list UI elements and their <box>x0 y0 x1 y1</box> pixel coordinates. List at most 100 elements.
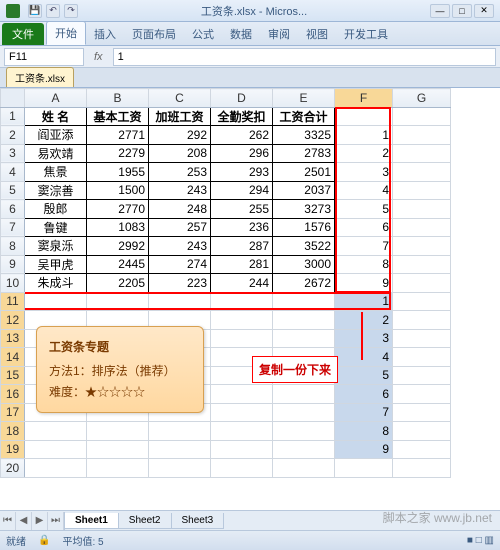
row-header[interactable]: 10 <box>1 274 25 293</box>
cell[interactable] <box>25 422 87 441</box>
close-button[interactable]: ✕ <box>474 4 494 18</box>
row-header[interactable]: 19 <box>1 440 25 459</box>
row-header[interactable]: 1 <box>1 107 25 126</box>
cell[interactable]: 3273 <box>273 200 335 219</box>
sheet-nav-last-icon[interactable]: ⏭ <box>48 512 64 530</box>
cell[interactable] <box>273 422 335 441</box>
column-header[interactable]: F <box>335 89 393 108</box>
cell[interactable]: 9 <box>335 274 393 293</box>
file-tab[interactable]: 文件 <box>2 23 44 45</box>
cell[interactable]: 2783 <box>273 144 335 163</box>
column-header[interactable]: C <box>149 89 211 108</box>
cell[interactable] <box>87 440 149 459</box>
cell[interactable] <box>393 348 451 367</box>
row-header[interactable]: 18 <box>1 422 25 441</box>
cell[interactable]: 9 <box>335 440 393 459</box>
cell[interactable]: 6 <box>335 385 393 404</box>
cell[interactable] <box>273 440 335 459</box>
cell[interactable] <box>273 385 335 404</box>
sheet-tab[interactable]: Sheet3 <box>171 513 225 529</box>
workbook-tab[interactable]: 工资条.xlsx <box>6 67 74 87</box>
row-header[interactable]: 7 <box>1 218 25 237</box>
cell[interactable] <box>87 422 149 441</box>
cell[interactable]: 8 <box>335 255 393 274</box>
cell[interactable] <box>393 181 451 200</box>
cell[interactable]: 3 <box>335 329 393 348</box>
save-icon[interactable]: 💾 <box>28 4 42 18</box>
cell[interactable]: 3325 <box>273 126 335 145</box>
cell[interactable]: 吴甲虎 <box>25 255 87 274</box>
cell[interactable]: 281 <box>211 255 273 274</box>
cell[interactable]: 1955 <box>87 163 149 182</box>
cell[interactable]: 292 <box>149 126 211 145</box>
maximize-button[interactable]: □ <box>452 4 472 18</box>
cell[interactable]: 253 <box>149 163 211 182</box>
cell[interactable]: 2770 <box>87 200 149 219</box>
cell[interactable] <box>87 292 149 311</box>
cell[interactable]: 4 <box>335 181 393 200</box>
cell[interactable]: 2 <box>335 311 393 330</box>
cell[interactable]: 1 <box>335 126 393 145</box>
cell[interactable] <box>393 255 451 274</box>
view-icons[interactable]: ■ □ ▥ <box>467 535 494 546</box>
cell[interactable]: 4 <box>335 348 393 367</box>
column-header[interactable]: B <box>87 89 149 108</box>
cell[interactable] <box>393 163 451 182</box>
cell[interactable] <box>149 440 211 459</box>
cell[interactable] <box>211 403 273 422</box>
cell[interactable]: 2445 <box>87 255 149 274</box>
row-header[interactable]: 11 <box>1 292 25 311</box>
sheet-nav-next-icon[interactable]: ▶ <box>32 512 48 530</box>
cell[interactable] <box>335 107 393 126</box>
row-header[interactable]: 20 <box>1 459 25 478</box>
cell[interactable]: 3522 <box>273 237 335 256</box>
cell[interactable]: 243 <box>149 237 211 256</box>
cell[interactable]: 1 <box>335 292 393 311</box>
row-header[interactable]: 17 <box>1 403 25 422</box>
cell[interactable] <box>393 403 451 422</box>
cell[interactable]: 294 <box>211 181 273 200</box>
cell[interactable] <box>149 459 211 478</box>
cell[interactable]: 3000 <box>273 255 335 274</box>
cell[interactable] <box>211 459 273 478</box>
cell[interactable] <box>273 459 335 478</box>
row-header[interactable]: 2 <box>1 126 25 145</box>
cell[interactable]: 3 <box>335 163 393 182</box>
cell[interactable] <box>393 292 451 311</box>
row-header[interactable]: 3 <box>1 144 25 163</box>
column-header[interactable]: D <box>211 89 273 108</box>
cell[interactable]: 窦淙善 <box>25 181 87 200</box>
cell[interactable]: 2279 <box>87 144 149 163</box>
cell[interactable] <box>393 274 451 293</box>
ribbon-tab[interactable]: 开发工具 <box>336 23 396 45</box>
cell[interactable]: 223 <box>149 274 211 293</box>
ribbon-tab[interactable]: 公式 <box>184 23 222 45</box>
cell[interactable] <box>393 200 451 219</box>
cell[interactable]: 7 <box>335 237 393 256</box>
ribbon-tab[interactable]: 插入 <box>86 23 124 45</box>
select-all-corner[interactable] <box>1 89 25 108</box>
column-header[interactable]: A <box>25 89 87 108</box>
redo-icon[interactable]: ↷ <box>64 4 78 18</box>
cell[interactable]: 阎亚添 <box>25 126 87 145</box>
cell[interactable] <box>87 459 149 478</box>
cell[interactable] <box>25 292 87 311</box>
ribbon-tab[interactable]: 页面布局 <box>124 23 184 45</box>
name-box[interactable]: F11 <box>4 48 84 66</box>
cell[interactable]: 287 <box>211 237 273 256</box>
cell[interactable] <box>211 385 273 404</box>
cell[interactable]: 2205 <box>87 274 149 293</box>
row-header[interactable]: 16 <box>1 385 25 404</box>
cell[interactable]: 2 <box>335 144 393 163</box>
cell[interactable]: 2992 <box>87 237 149 256</box>
formula-input[interactable]: 1 <box>113 48 496 66</box>
cell[interactable] <box>335 459 393 478</box>
cell[interactable]: 1083 <box>87 218 149 237</box>
sheet-nav-prev-icon[interactable]: ◀ <box>16 512 32 530</box>
row-header[interactable]: 5 <box>1 181 25 200</box>
cell[interactable]: 2672 <box>273 274 335 293</box>
undo-icon[interactable]: ↶ <box>46 4 60 18</box>
cell[interactable]: 5 <box>335 366 393 385</box>
cell[interactable] <box>393 311 451 330</box>
sheet-nav-first-icon[interactable]: ⏮ <box>0 512 16 530</box>
